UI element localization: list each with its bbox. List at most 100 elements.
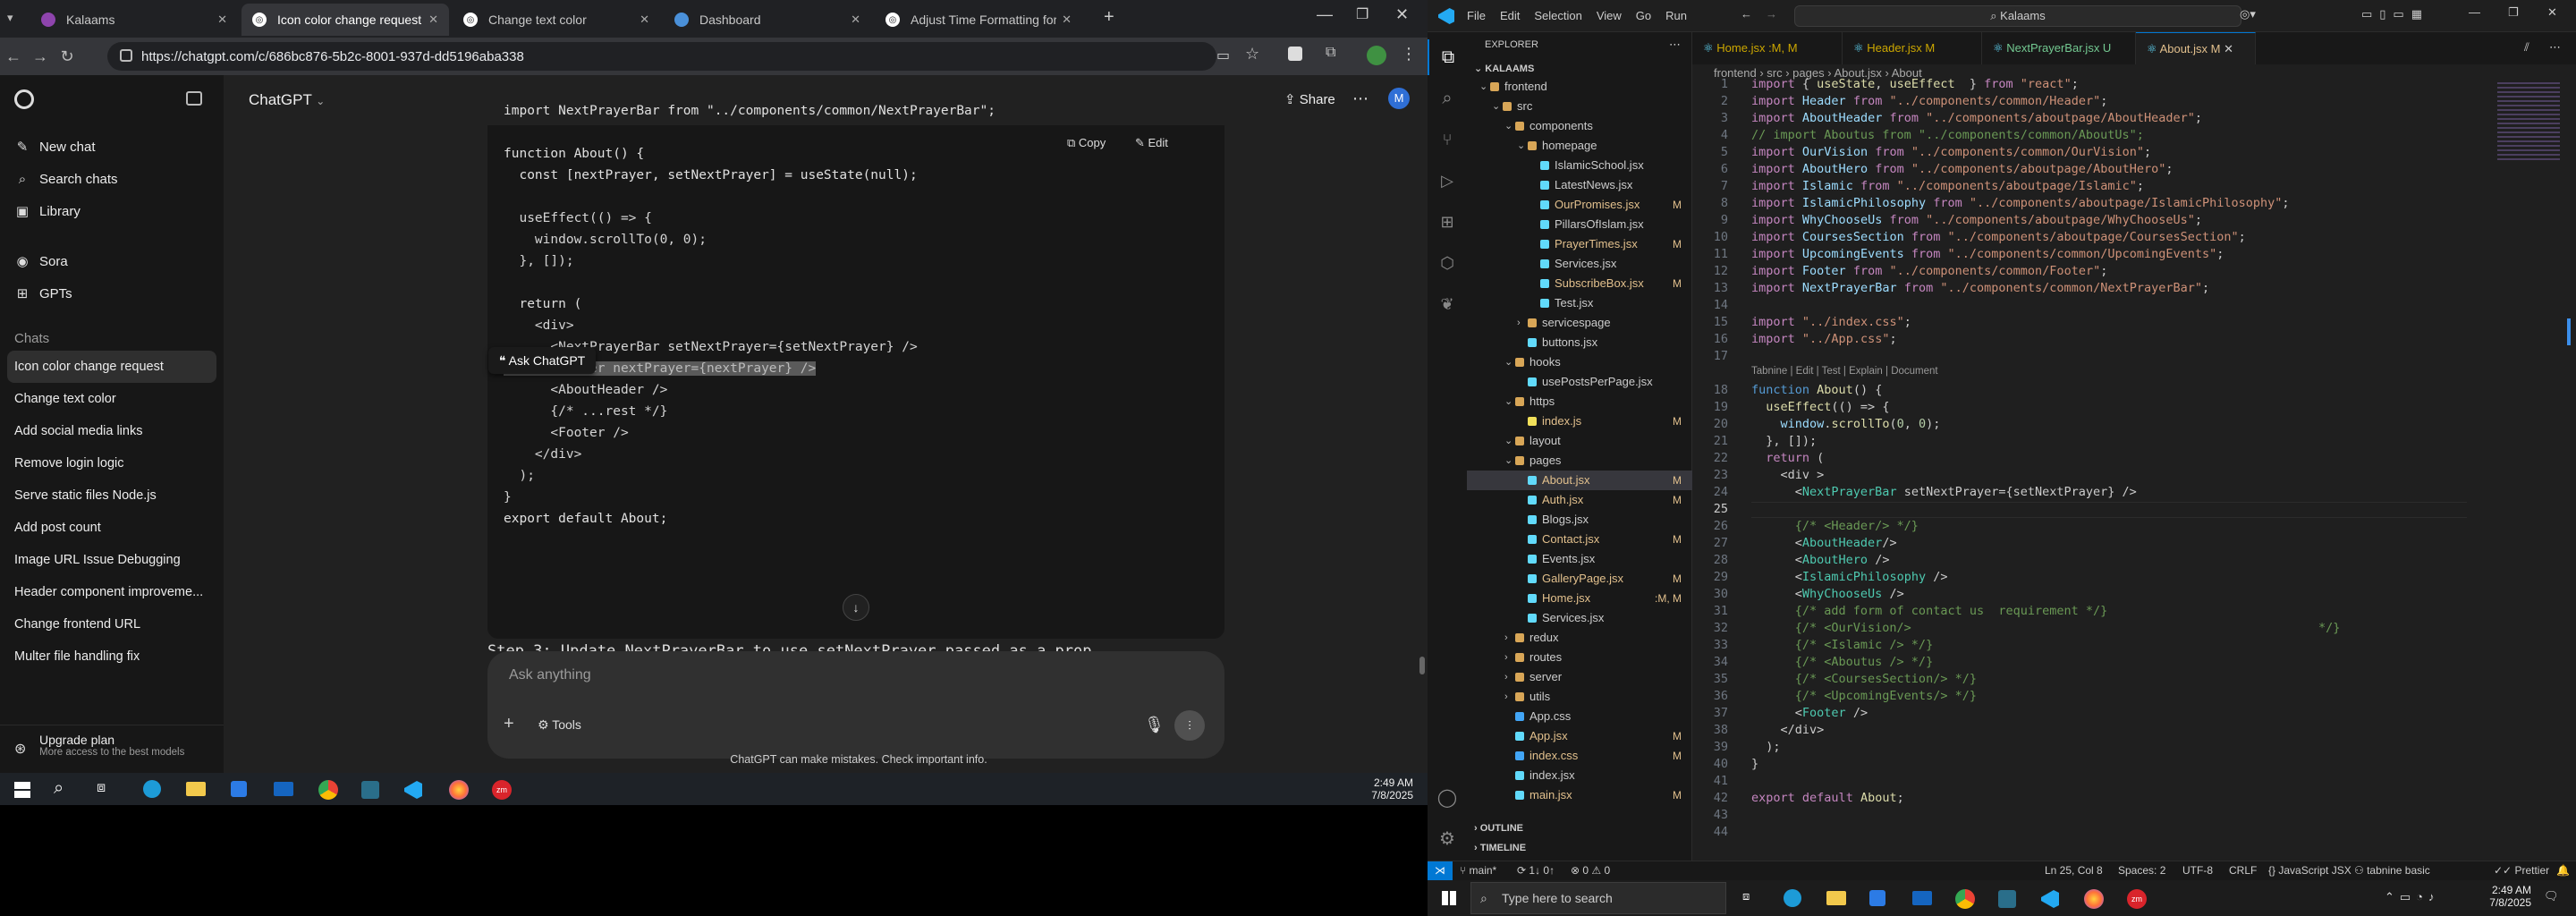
- microphone-icon[interactable]: 🎙: [1144, 716, 1165, 734]
- file-item[interactable]: main.jsx M: [1467, 785, 1692, 805]
- menu-item[interactable]: Run: [1665, 9, 1687, 22]
- folder-item[interactable]: › redux: [1467, 628, 1692, 648]
- zoom-icon[interactable]: zm: [492, 780, 512, 800]
- add-icon[interactable]: +: [504, 714, 514, 734]
- browser-tab-dashboard[interactable]: Dashboard ✕: [664, 4, 871, 36]
- tab-close-icon[interactable]: ✕: [640, 13, 649, 27]
- folder-item[interactable]: ⌄ https: [1467, 392, 1692, 411]
- menu-item[interactable]: File: [1467, 9, 1486, 22]
- new-chat-button[interactable]: ✎ New chat: [0, 131, 224, 163]
- file-item[interactable]: Blogs.jsx: [1467, 510, 1692, 530]
- new-tab-button[interactable]: +: [1104, 7, 1114, 28]
- zoom-icon[interactable]: zm: [2127, 889, 2147, 909]
- mail-icon[interactable]: [1912, 891, 1932, 905]
- close-window-button[interactable]: ✕: [1395, 5, 1409, 24]
- editor-more-icon[interactable]: ⋯: [2549, 40, 2561, 55]
- store-icon[interactable]: [1869, 890, 1885, 906]
- mongodb-leaf-icon[interactable]: ❦: [1428, 286, 1467, 322]
- edge-icon[interactable]: [143, 780, 161, 798]
- file-item[interactable]: PillarsOfIslam.jsx: [1467, 215, 1692, 234]
- folder-item[interactable]: ⌄ frontend: [1467, 77, 1692, 97]
- file-item[interactable]: buttons.jsx: [1467, 333, 1692, 352]
- windows-start-icon[interactable]: [1442, 891, 1456, 905]
- library-button[interactable]: ▣ Library: [0, 195, 224, 227]
- remote-icon[interactable]: ⬡: [1428, 245, 1467, 281]
- file-item[interactable]: Home.jsx:M, M: [1467, 589, 1692, 608]
- code-editor[interactable]: 1 import { useState, useEffect } from "re…: [1692, 32, 2497, 855]
- file-item[interactable]: PrayerTimes.jsx M: [1467, 234, 1692, 254]
- file-item[interactable]: App.css: [1467, 707, 1692, 726]
- ask-chatgpt-popup[interactable]: ❝ Ask ChatGPT: [488, 347, 597, 374]
- folder-item[interactable]: › server: [1467, 667, 1692, 687]
- maximize-button[interactable]: ❐: [2508, 5, 2519, 20]
- file-item[interactable]: GalleryPage.jsx M: [1467, 569, 1692, 589]
- chat-item[interactable]: Serve static files Node.js: [0, 479, 224, 512]
- app-icon[interactable]: [1998, 890, 2016, 908]
- more-options-icon[interactable]: ⋯: [1352, 89, 1368, 108]
- browser-tab-icon-color[interactable]: ◎ Icon color change request ✕: [242, 4, 449, 36]
- prettier-status[interactable]: ✓✓ Prettier: [2494, 864, 2549, 877]
- maximize-button[interactable]: ❐: [1356, 5, 1368, 23]
- tools-button[interactable]: ⚙ Tools: [538, 717, 581, 733]
- clock[interactable]: 2:49 AM 7/8/2025: [1360, 776, 1413, 802]
- tab-close-icon[interactable]: ✕: [217, 13, 227, 27]
- file-item[interactable]: .env: [1467, 805, 1692, 810]
- project-root[interactable]: ⌄ KALAAMS: [1474, 63, 1534, 74]
- search-icon[interactable]: ⌕: [54, 778, 64, 799]
- close-window-button[interactable]: ✕: [2547, 5, 2557, 20]
- file-explorer-icon[interactable]: [1826, 891, 1846, 905]
- notification-center-icon[interactable]: 🗨: [2544, 889, 2559, 903]
- cursor-position[interactable]: Ln 25, Col 8: [2045, 864, 2103, 877]
- menu-item[interactable]: Go: [1636, 9, 1651, 22]
- scroll-down-button[interactable]: ↓: [843, 594, 869, 621]
- editor-scrollbar[interactable]: [2563, 82, 2574, 878]
- sora-button[interactable]: ◉ Sora: [0, 245, 224, 277]
- menu-item[interactable]: Edit: [1500, 9, 1520, 22]
- minimize-button[interactable]: —: [1317, 5, 1333, 24]
- system-tray-icons[interactable]: ⌃▭◔♪: [2385, 890, 2440, 904]
- vscode-icon[interactable]: [404, 781, 422, 799]
- encoding[interactable]: UTF-8: [2182, 864, 2213, 877]
- task-view-icon[interactable]: ⧈: [1742, 889, 1750, 903]
- profile-avatar[interactable]: [1367, 46, 1386, 65]
- file-item[interactable]: App.jsx M: [1467, 726, 1692, 746]
- account-icon[interactable]: ◯: [1428, 780, 1467, 816]
- vscode-icon[interactable]: [2041, 890, 2059, 908]
- sync-status[interactable]: ⟳ 1↓ 0↑: [1517, 864, 1555, 877]
- windows-start-icon[interactable]: [14, 782, 30, 798]
- mail-icon[interactable]: [274, 782, 293, 796]
- tab-search-icon[interactable]: ▾: [7, 11, 13, 25]
- browser-tab-kalaams[interactable]: Kalaams ✕: [30, 4, 238, 36]
- gpts-button[interactable]: ⊞ GPTs: [0, 277, 224, 310]
- folder-item[interactable]: ⌄ layout: [1467, 431, 1692, 451]
- clock[interactable]: 2:49 AM 7/8/2025: [2469, 884, 2531, 909]
- bookmark-star-icon[interactable]: ☆: [1245, 45, 1259, 64]
- file-item[interactable]: usePostsPerPage.jsx: [1467, 372, 1692, 392]
- chat-item[interactable]: Change text color: [0, 383, 224, 415]
- chat-item[interactable]: Remove login logic: [0, 447, 224, 479]
- store-icon[interactable]: [231, 781, 247, 797]
- chat-item[interactable]: Header component improveme...: [0, 576, 224, 608]
- problems-status[interactable]: ⊗ 0 ⚠ 0: [1571, 864, 1610, 877]
- back-arrow-icon[interactable]: ←: [0, 47, 27, 66]
- command-center-search[interactable]: ⌕ Kalaams: [1794, 5, 2241, 27]
- file-item[interactable]: Services.jsx: [1467, 254, 1692, 274]
- menu-item[interactable]: Selection: [1534, 9, 1581, 22]
- chrome-menu-icon[interactable]: ⋮: [1401, 45, 1417, 64]
- file-explorer-icon[interactable]: [186, 782, 206, 796]
- copy-button[interactable]: ⧉ Copy: [1067, 136, 1106, 150]
- tabnine-status[interactable]: ⚇ tabnine basic: [2354, 864, 2430, 877]
- menu-item[interactable]: View: [1597, 9, 1622, 22]
- settings-gear-icon[interactable]: ⚙: [1428, 821, 1467, 857]
- browser-tab-change-text[interactable]: ◎ Change text color ✕: [453, 4, 660, 36]
- chrome-icon[interactable]: [318, 780, 338, 800]
- chat-item[interactable]: Add social media links: [0, 415, 224, 447]
- language-mode[interactable]: {} JavaScript JSX: [2268, 864, 2351, 877]
- voice-mode-button[interactable]: ⫶: [1174, 710, 1205, 741]
- edit-button[interactable]: ✎ Edit: [1135, 136, 1168, 150]
- model-selector[interactable]: ChatGPT ⌄: [249, 91, 325, 109]
- file-item[interactable]: LatestNews.jsx: [1467, 175, 1692, 195]
- file-item[interactable]: Contact.jsx M: [1467, 530, 1692, 549]
- address-bar[interactable]: https://chatgpt.com/c/686bc876-5b2c-8001…: [107, 42, 1216, 71]
- taskbar-search-box[interactable]: ⌕ Type here to search: [1470, 882, 1726, 914]
